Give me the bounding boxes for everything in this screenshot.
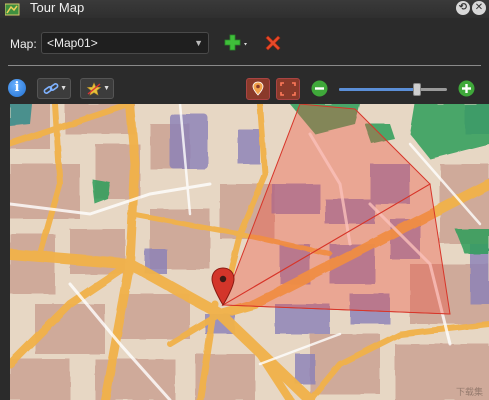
watercolor-map [10,104,489,400]
chevron-down-icon: ▼ [194,38,203,48]
add-map-button[interactable] [223,32,251,54]
zoom-out-icon[interactable] [311,80,328,97]
poi-dropdown[interactable]: ▼ [80,78,114,99]
info-icon[interactable]: i [8,79,26,97]
zoom-in-icon[interactable] [458,80,475,97]
map-select[interactable]: <Map01> ▼ [41,32,209,54]
caret-icon: ▼ [103,85,110,92]
restore-icon[interactable]: ⟲ [456,1,470,15]
zoom-slider-fill [339,88,417,91]
title-bar: Tour Map ⟲ ✕ [0,0,489,18]
link-dropdown[interactable]: ▼ [37,78,71,99]
map-label: Map: [10,37,37,51]
divider [8,65,481,66]
map-toolbar: i ▼ ▼ [0,70,489,102]
fit-icon [280,82,296,96]
watermark: 下载集 [455,387,483,397]
delete-map-button[interactable] [263,33,283,53]
link-icon [43,83,59,94]
map-canvas[interactable]: 下载集 [10,104,489,400]
zoom-slider[interactable] [339,83,447,96]
map-select-value: <Map01> [47,36,98,50]
map-selector-row: Map: <Map01> ▼ [0,22,489,62]
app-map-icon [5,3,20,16]
window-title: Tour Map [30,0,85,15]
pin-button[interactable] [246,78,270,100]
caret-icon: ▼ [60,85,67,92]
fit-view-button[interactable] [276,78,300,100]
close-icon[interactable]: ✕ [472,1,486,15]
zoom-slider-thumb[interactable] [412,83,421,96]
star-icon [86,82,102,96]
pin-icon [252,81,264,96]
